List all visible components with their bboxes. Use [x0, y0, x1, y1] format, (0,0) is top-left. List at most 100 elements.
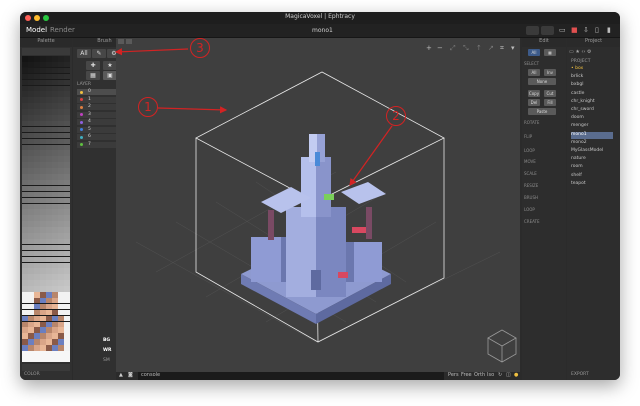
palette-swatch[interactable] [34, 138, 40, 145]
palette-swatch[interactable] [46, 333, 52, 339]
layer-row[interactable]: 0 [77, 89, 117, 95]
palette-swatch[interactable] [34, 109, 40, 115]
palette-swatch[interactable] [28, 138, 34, 145]
palette-swatch[interactable] [58, 179, 64, 186]
view-mode-iso[interactable]: Iso [487, 372, 494, 378]
play-button[interactable] [118, 39, 124, 44]
palette-swatch[interactable] [40, 339, 46, 345]
palette-swatch[interactable] [22, 244, 28, 251]
project-toolbar[interactable]: ▭ ★ ‹› ⚙ [569, 49, 617, 56]
palette-swatch[interactable] [52, 132, 58, 139]
palette-swatch[interactable] [46, 297, 52, 304]
palette-swatch[interactable] [52, 292, 58, 298]
palette-swatch[interactable] [52, 120, 58, 127]
palette-swatch[interactable] [34, 221, 40, 227]
palette-swatch[interactable] [64, 179, 70, 186]
palette-swatch[interactable] [40, 256, 46, 263]
palette-swatch[interactable] [58, 345, 64, 351]
palette-swatch[interactable] [34, 215, 40, 221]
palette-swatch[interactable] [28, 303, 34, 310]
palette-swatch[interactable] [52, 339, 58, 345]
palette-swatch[interactable] [58, 238, 64, 245]
project-item[interactable]: • box [571, 66, 613, 73]
zoom-out-icon[interactable]: − [437, 44, 443, 52]
palette-swatch[interactable] [58, 274, 64, 280]
edit-grid-icon[interactable]: ▦ [544, 49, 556, 56]
palette-swatch[interactable] [52, 262, 58, 268]
project-item[interactable]: nature [571, 156, 613, 163]
palette-swatch[interactable] [58, 115, 64, 121]
palette-swatch[interactable] [58, 250, 64, 257]
palette-swatch[interactable] [58, 120, 64, 127]
palette-swatch[interactable] [34, 297, 40, 304]
palette-page-selector[interactable] [22, 48, 70, 55]
palette-swatch[interactable] [58, 215, 64, 221]
fit-icon[interactable]: ⌗ [500, 44, 504, 53]
palette-swatch[interactable] [58, 132, 64, 139]
palette-swatch[interactable] [58, 333, 64, 339]
palette-swatch[interactable] [46, 233, 52, 239]
palette-swatch[interactable] [34, 244, 40, 251]
palette-swatch[interactable] [64, 250, 70, 257]
palette-swatch[interactable] [58, 227, 64, 233]
palette-swatch[interactable] [22, 321, 28, 327]
palette-swatch[interactable] [22, 345, 28, 351]
palette-swatch[interactable] [52, 79, 58, 86]
palette-swatch[interactable] [28, 221, 34, 227]
palette-swatch[interactable] [28, 309, 34, 316]
palette-swatch[interactable] [28, 321, 34, 327]
palette-swatch[interactable] [46, 321, 52, 327]
project-item[interactable]: teapot [571, 181, 613, 188]
select-none-button[interactable]: None [528, 78, 556, 85]
palette-swatch[interactable] [46, 327, 52, 333]
palette-swatch[interactable] [58, 109, 64, 115]
palette-swatch[interactable] [52, 327, 58, 333]
palette-swatch[interactable] [64, 85, 70, 91]
palette-swatch[interactable] [46, 79, 52, 86]
project-item[interactable]: chr_sword [571, 107, 613, 114]
project-item[interactable]: castle [571, 91, 613, 98]
palette-swatch[interactable] [22, 150, 28, 156]
fill-button[interactable]: Fill [544, 99, 556, 106]
palette-swatch[interactable] [64, 126, 70, 133]
palette-swatch[interactable] [34, 203, 40, 209]
palette-swatch[interactable] [22, 179, 28, 186]
palette-swatch[interactable] [40, 315, 46, 322]
palette-swatch[interactable] [34, 268, 40, 274]
palette-swatch[interactable] [46, 315, 52, 322]
tab-render[interactable]: Render [50, 26, 75, 34]
palette-swatch[interactable] [28, 126, 34, 133]
palette-swatch[interactable] [64, 238, 70, 245]
palette-swatch[interactable] [22, 233, 28, 239]
palette-swatch[interactable] [22, 91, 28, 97]
palette-swatch[interactable] [22, 197, 28, 204]
palette-swatch[interactable] [58, 185, 64, 192]
palette-swatch[interactable] [22, 120, 28, 127]
palette-swatch[interactable] [52, 286, 58, 292]
palette-swatch[interactable] [40, 120, 46, 127]
palette-swatch[interactable] [64, 280, 70, 286]
palette-swatch[interactable] [34, 97, 40, 103]
palette-swatch[interactable] [58, 150, 64, 156]
flip-section[interactable]: FLIP [524, 134, 532, 139]
project-item[interactable]: mono2 [571, 140, 613, 147]
palette-swatch[interactable] [46, 126, 52, 133]
palette-swatch[interactable] [52, 144, 58, 150]
palette-swatch[interactable] [28, 91, 34, 97]
palette-swatch[interactable] [34, 179, 40, 186]
palette-swatch[interactable] [58, 286, 64, 292]
layer-row[interactable]: 5 [77, 126, 117, 133]
palette-swatch[interactable] [58, 244, 64, 251]
palette-swatch[interactable] [58, 174, 64, 180]
palette-swatch[interactable] [40, 209, 46, 215]
palette-swatch[interactable] [34, 191, 40, 198]
palette-swatch[interactable] [52, 315, 58, 322]
palette-swatch[interactable] [64, 256, 70, 263]
palette-swatch[interactable] [52, 174, 58, 180]
palette-swatch[interactable] [28, 333, 34, 339]
palette-swatch[interactable] [22, 162, 28, 168]
palette-swatch[interactable] [34, 61, 40, 68]
palette-swatch[interactable] [58, 356, 64, 363]
palette-swatch[interactable] [34, 185, 40, 192]
palette-swatch[interactable] [52, 103, 58, 109]
